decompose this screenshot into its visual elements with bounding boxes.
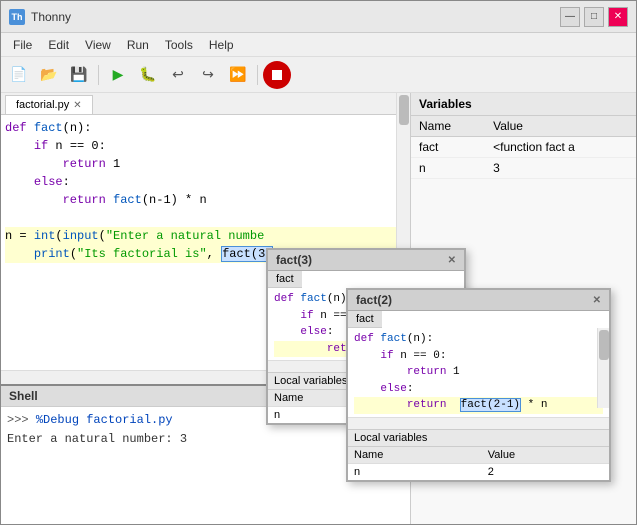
frame2-col-name: Name	[348, 447, 482, 464]
frame1-tab[interactable]: fact	[268, 271, 302, 288]
editor-tab-bar: factorial.py ✕	[1, 93, 410, 115]
frame1-title: fact(3)	[276, 253, 312, 267]
shell-command: %Debug factorial.py	[36, 413, 173, 427]
close-button[interactable]: ✕	[608, 7, 628, 27]
frame2-vscroll-thumb[interactable]	[599, 330, 609, 360]
maximize-button[interactable]: □	[584, 7, 604, 27]
vars-cell-name-n: n	[411, 158, 485, 179]
new-file-button[interactable]: 📄	[5, 61, 33, 89]
vars-cell-name-fact: fact	[411, 137, 485, 158]
step-over-button[interactable]: ↩	[164, 61, 192, 89]
vars-col-name: Name	[411, 116, 485, 137]
frame2-vars-header: Local variables	[348, 429, 609, 447]
menu-view[interactable]: View	[77, 36, 119, 54]
run-button[interactable]: ▶	[104, 61, 132, 89]
frame2-close-icon[interactable]: ✕	[593, 295, 601, 306]
open-file-button[interactable]: 📂	[35, 61, 63, 89]
shell-output-line: Enter a natural number: 3	[7, 430, 404, 449]
variables-table: Name Value fact <function fact a n 3	[411, 116, 636, 179]
frame2-code[interactable]: def fact(n): if n == 0: return 1 else: r…	[348, 328, 609, 417]
code-line-7: n = int(input("Enter a natural numbe	[5, 227, 406, 245]
frame2-vars-table: Name Value n 2	[348, 447, 609, 480]
debug-button[interactable]: 🐛	[134, 61, 162, 89]
step-into-button[interactable]: ↪	[194, 61, 222, 89]
frame2-var-value: 2	[482, 463, 609, 480]
window-title: Thonny	[31, 10, 560, 24]
save-file-button[interactable]: 💾	[65, 61, 93, 89]
app-icon: Th	[9, 9, 25, 25]
frame2-tab[interactable]: fact	[348, 311, 382, 328]
menu-bar: File Edit View Run Tools Help	[1, 33, 636, 57]
editor-tab-factorial[interactable]: factorial.py ✕	[5, 95, 93, 114]
variables-header: Variables	[411, 93, 636, 116]
content-area: factorial.py ✕ def fact(n): if n == 0: r…	[1, 93, 636, 524]
frame2-code-line-4: else:	[354, 381, 603, 398]
frame2-hscroll[interactable]	[348, 417, 609, 429]
frame2-code-line-5: return fact(2-1) * n	[354, 397, 603, 414]
frame2-var-row: n 2	[348, 463, 609, 480]
menu-run[interactable]: Run	[119, 36, 157, 54]
minimize-button[interactable]: —	[560, 7, 580, 27]
frame2-var-name: n	[348, 463, 482, 480]
frame2-code-line-1: def fact(n):	[354, 331, 603, 348]
menu-edit[interactable]: Edit	[40, 36, 77, 54]
frame2-vscroll[interactable]	[597, 328, 609, 408]
code-line-4: else:	[5, 173, 406, 191]
frame1-close-icon[interactable]: ✕	[448, 255, 456, 266]
code-line-5: return fact(n-1) * n	[5, 191, 406, 209]
frame2-col-value: Value	[482, 447, 609, 464]
toolbar-separator-1	[98, 65, 99, 85]
vars-col-value: Value	[485, 116, 636, 137]
frame1-header: fact(3) ✕	[268, 250, 464, 271]
menu-tools[interactable]: Tools	[157, 36, 201, 54]
tab-label: factorial.py	[16, 99, 69, 111]
shell-prompt: >>>	[7, 413, 36, 427]
vars-cell-value-fact: <function fact a	[485, 137, 636, 158]
step-out-button[interactable]: ⏩	[224, 61, 252, 89]
main-window: Th Thonny — □ ✕ File Edit View Run Tools…	[0, 0, 637, 525]
frame2-code-line-3: return 1	[354, 364, 603, 381]
toolbar: 📄 📂 💾 ▶ 🐛 ↩ ↪ ⏩	[1, 57, 636, 93]
title-bar: Th Thonny — □ ✕	[1, 1, 636, 33]
tab-close-icon[interactable]: ✕	[73, 100, 81, 111]
vars-row-n: n 3	[411, 158, 636, 179]
frame2-code-line-2: if n == 0:	[354, 348, 603, 365]
window-controls: — □ ✕	[560, 7, 628, 27]
code-line-3: return 1	[5, 155, 406, 173]
code-line-6	[5, 209, 406, 227]
vars-row-fact: fact <function fact a	[411, 137, 636, 158]
toolbar-separator-2	[257, 65, 258, 85]
code-line-1: def fact(n):	[5, 119, 406, 137]
frame2-header: fact(2) ✕	[348, 290, 609, 311]
stop-button[interactable]	[263, 61, 291, 89]
code-line-2: if n == 0:	[5, 137, 406, 155]
stack-frame-fact2: fact(2) ✕ fact def fact(n): if n == 0: r…	[346, 288, 611, 482]
menu-file[interactable]: File	[5, 36, 40, 54]
vscroll-thumb[interactable]	[399, 95, 409, 125]
vars-cell-value-n: 3	[485, 158, 636, 179]
frame2-title: fact(2)	[356, 293, 392, 307]
menu-help[interactable]: Help	[201, 36, 242, 54]
